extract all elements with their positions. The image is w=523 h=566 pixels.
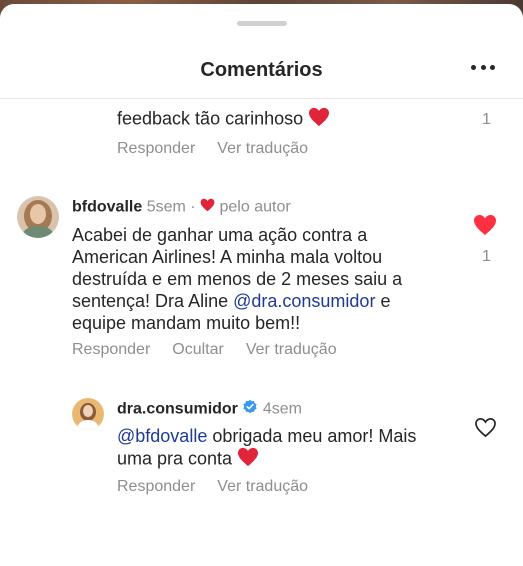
translate-button[interactable]: Ver tradução [246, 341, 337, 359]
avatar[interactable] [72, 398, 104, 430]
translate-button[interactable]: Ver tradução [217, 478, 308, 496]
comments-list: feedback tão carinhoso 1 Responder Ver t… [0, 91, 523, 566]
username[interactable]: dra.consumidor [117, 401, 238, 418]
like-count: 1 [482, 248, 491, 265]
comment-text: Acabei de ganhar uma ação contra a Ameri… [72, 225, 403, 333]
reply-button[interactable]: Responder [117, 478, 195, 496]
mention-link[interactable]: @bfdovalle [117, 426, 207, 446]
username[interactable]: bfdovalle [72, 199, 142, 216]
comment-actions: Responder Ver tradução [117, 478, 308, 496]
author-label: pelo autor [219, 198, 291, 216]
verified-badge-icon [242, 399, 258, 420]
comment-text: @bfdovalle obrigada meu amor! Mais uma p… [117, 425, 457, 472]
like-heart-icon[interactable] [473, 214, 497, 241]
reply-button[interactable]: Responder [72, 341, 150, 359]
comment-actions: Responder Ocultar Ver tradução [72, 341, 337, 359]
like-count: 1 [482, 111, 491, 128]
separator-dot: · [190, 198, 196, 216]
comments-sheet: Comentários feedback tão carinhoso 1 Res… [0, 4, 523, 566]
heart-emoji-icon [237, 447, 259, 472]
comment-text: feedback tão carinhoso [117, 107, 330, 132]
comment-actions: Responder Ver tradução [117, 140, 308, 158]
hide-button[interactable]: Ocultar [172, 341, 224, 359]
avatar[interactable] [17, 196, 59, 238]
comment-meta: bfdovalle 5sem · pelo autor [72, 198, 291, 217]
sheet-grabber[interactable] [237, 21, 287, 26]
timestamp: 5sem [146, 198, 186, 216]
reply-button[interactable]: Responder [117, 140, 195, 158]
comment-meta: dra.consumidor 4sem [117, 399, 302, 420]
page-title: Comentários [200, 59, 323, 81]
like-outline-icon[interactable] [474, 417, 497, 443]
author-heart-icon [200, 198, 215, 217]
timestamp: 4sem [262, 400, 302, 418]
heart-emoji-icon [308, 107, 330, 132]
translate-button[interactable]: Ver tradução [217, 140, 308, 158]
more-options-icon[interactable] [471, 65, 495, 71]
comments-header: Comentários [0, 44, 523, 99]
mention-link[interactable]: @dra.consumidor [233, 291, 375, 311]
